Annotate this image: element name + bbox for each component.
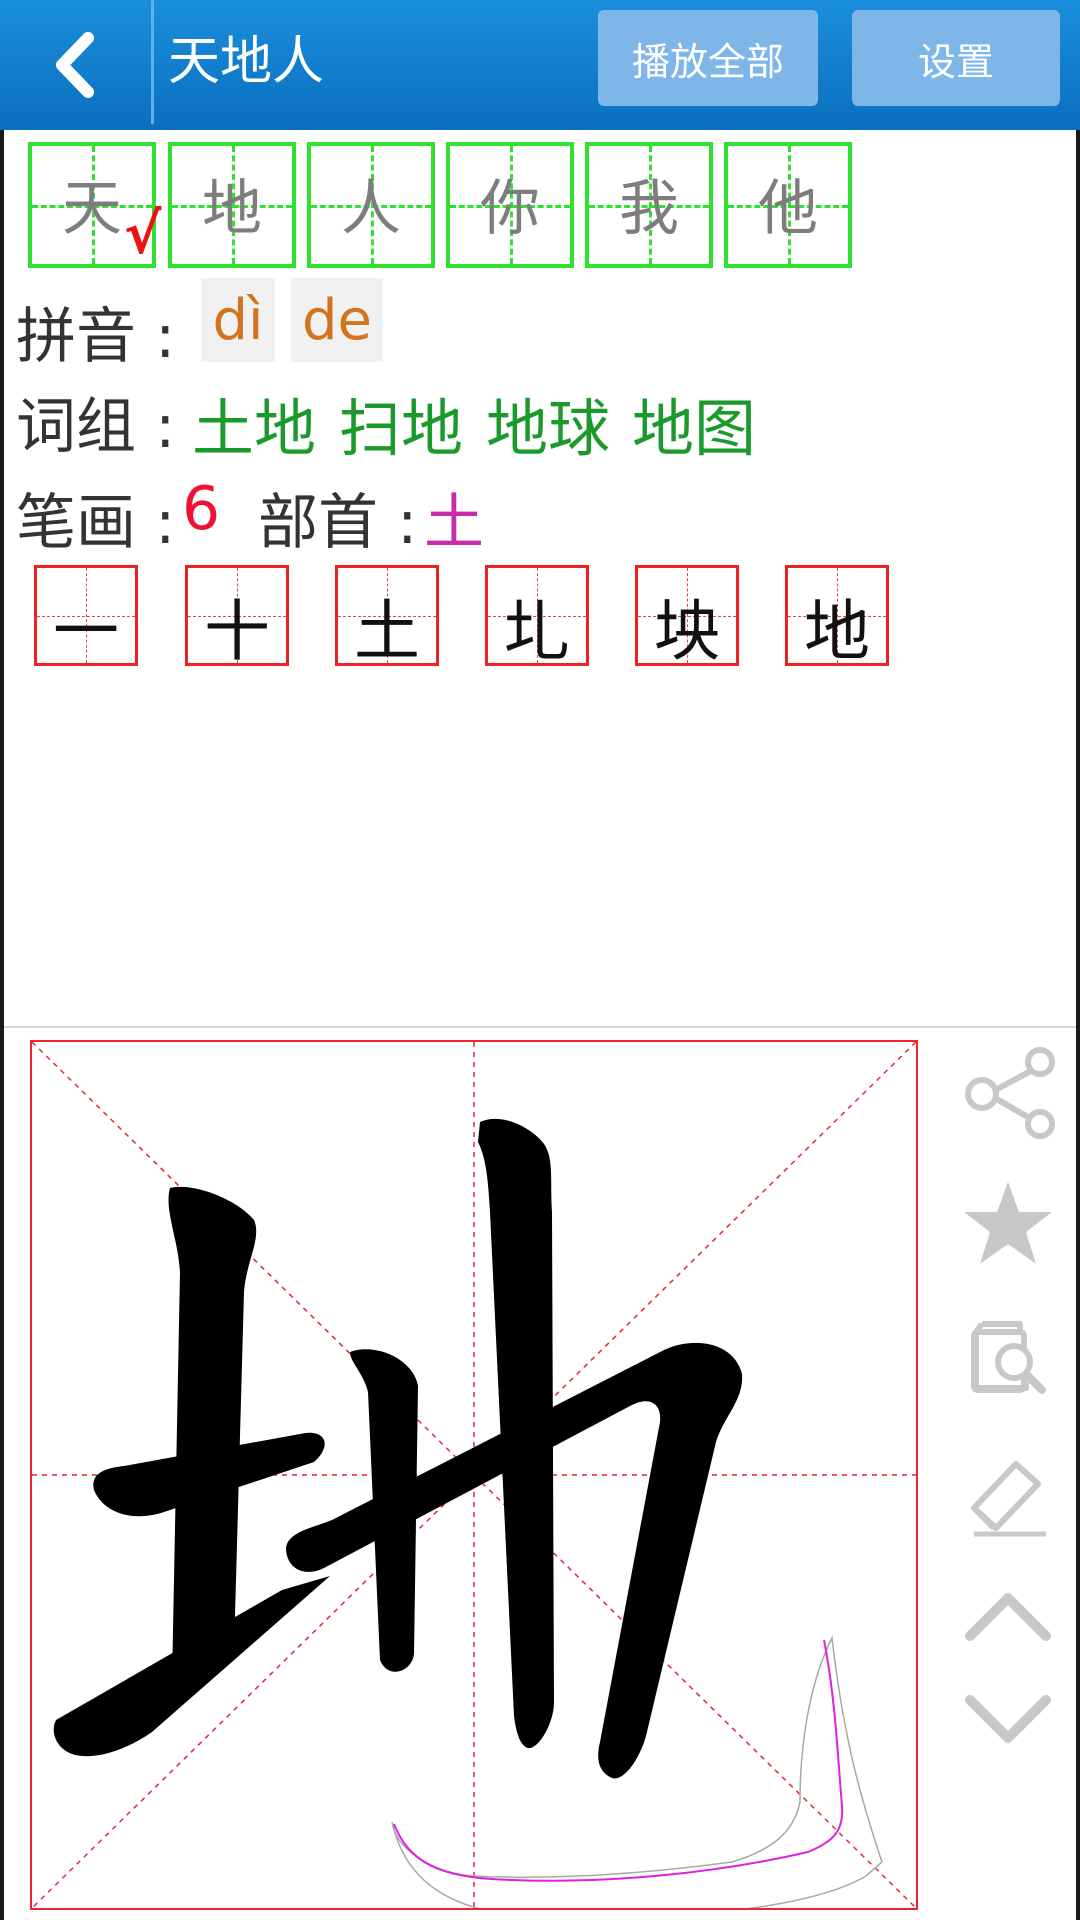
radical-label: 部首 : xyxy=(258,488,418,558)
stroke-count: 6 xyxy=(182,474,221,544)
word-item[interactable]: 土地 xyxy=(192,378,316,468)
char-tab-1[interactable]: 天 √ xyxy=(28,142,161,268)
char-tab-label: 地 xyxy=(202,174,262,244)
search-document-icon[interactable] xyxy=(960,1310,1056,1406)
screen-frame-left xyxy=(0,0,4,1920)
words-label: 词组 : xyxy=(16,392,176,462)
word-item[interactable]: 地图 xyxy=(632,378,756,468)
section-divider xyxy=(4,1026,1076,1028)
strokes-label: 笔画 : xyxy=(16,488,176,558)
word-item[interactable]: 扫地 xyxy=(339,378,463,468)
char-tab-3[interactable]: 人 xyxy=(307,142,435,268)
word-item[interactable]: 地球 xyxy=(486,378,610,468)
stroke-order-step[interactable]: 十 xyxy=(185,565,289,670)
char-tab-6[interactable]: 他 xyxy=(724,142,852,268)
stroke-order-step[interactable]: 土 xyxy=(335,565,439,670)
chevron-down-icon[interactable] xyxy=(960,1670,1056,1766)
pinyin-label: 拼音 : xyxy=(16,302,176,372)
char-tab-label: 他 xyxy=(758,174,818,244)
stroke-order-glyph: 土 xyxy=(354,593,420,670)
eraser-icon[interactable] xyxy=(960,1444,1056,1540)
char-tab-label: 人 xyxy=(341,174,401,244)
top-bar: 天地人 播放全部 设置 xyxy=(0,0,1080,130)
stroke-order-glyph: 圠 xyxy=(504,593,570,670)
settings-button[interactable]: 设置 xyxy=(852,10,1060,106)
pinyin-reading-de[interactable]: de xyxy=(291,278,383,362)
back-button[interactable] xyxy=(0,0,150,130)
checkmark-icon: √ xyxy=(124,202,162,267)
share-icon[interactable] xyxy=(960,1044,1056,1140)
back-chevron-icon xyxy=(56,32,94,98)
star-icon[interactable] xyxy=(960,1176,1056,1272)
char-tab-2[interactable]: 地 xyxy=(168,142,296,268)
stroke-order-step[interactable]: 地 xyxy=(785,565,889,670)
chevron-up-icon[interactable] xyxy=(960,1570,1056,1666)
char-tab-label: 我 xyxy=(619,174,679,244)
stroke-order-step[interactable]: 圠 xyxy=(485,565,589,670)
radical-value[interactable]: 土 xyxy=(424,474,484,561)
char-tab-4[interactable]: 你 xyxy=(446,142,574,268)
stroke-order-glyph: 地 xyxy=(804,593,870,670)
stroke-order-glyph: 十 xyxy=(204,593,270,670)
stroke-order-glyph: 一 xyxy=(53,593,119,670)
stroke-2 xyxy=(168,1186,257,1682)
writing-pad[interactable] xyxy=(30,1040,918,1919)
stroke-order-glyph: 坱 xyxy=(654,593,720,670)
stroke-order-step[interactable]: 一 xyxy=(34,565,138,670)
writing-grid xyxy=(31,1041,917,1919)
screen-frame-right xyxy=(1076,0,1080,1920)
char-tab-5[interactable]: 我 xyxy=(585,142,713,268)
char-tab-label: 你 xyxy=(480,174,540,244)
page-title: 天地人 xyxy=(168,32,325,92)
play-all-button[interactable]: 播放全部 xyxy=(598,10,818,106)
header-divider xyxy=(151,0,154,124)
pinyin-reading-di[interactable]: dì xyxy=(201,278,275,362)
stroke-order-step[interactable]: 坱 xyxy=(635,565,739,670)
stroke-6 xyxy=(478,1118,554,1749)
character-strokes xyxy=(53,1118,883,1919)
